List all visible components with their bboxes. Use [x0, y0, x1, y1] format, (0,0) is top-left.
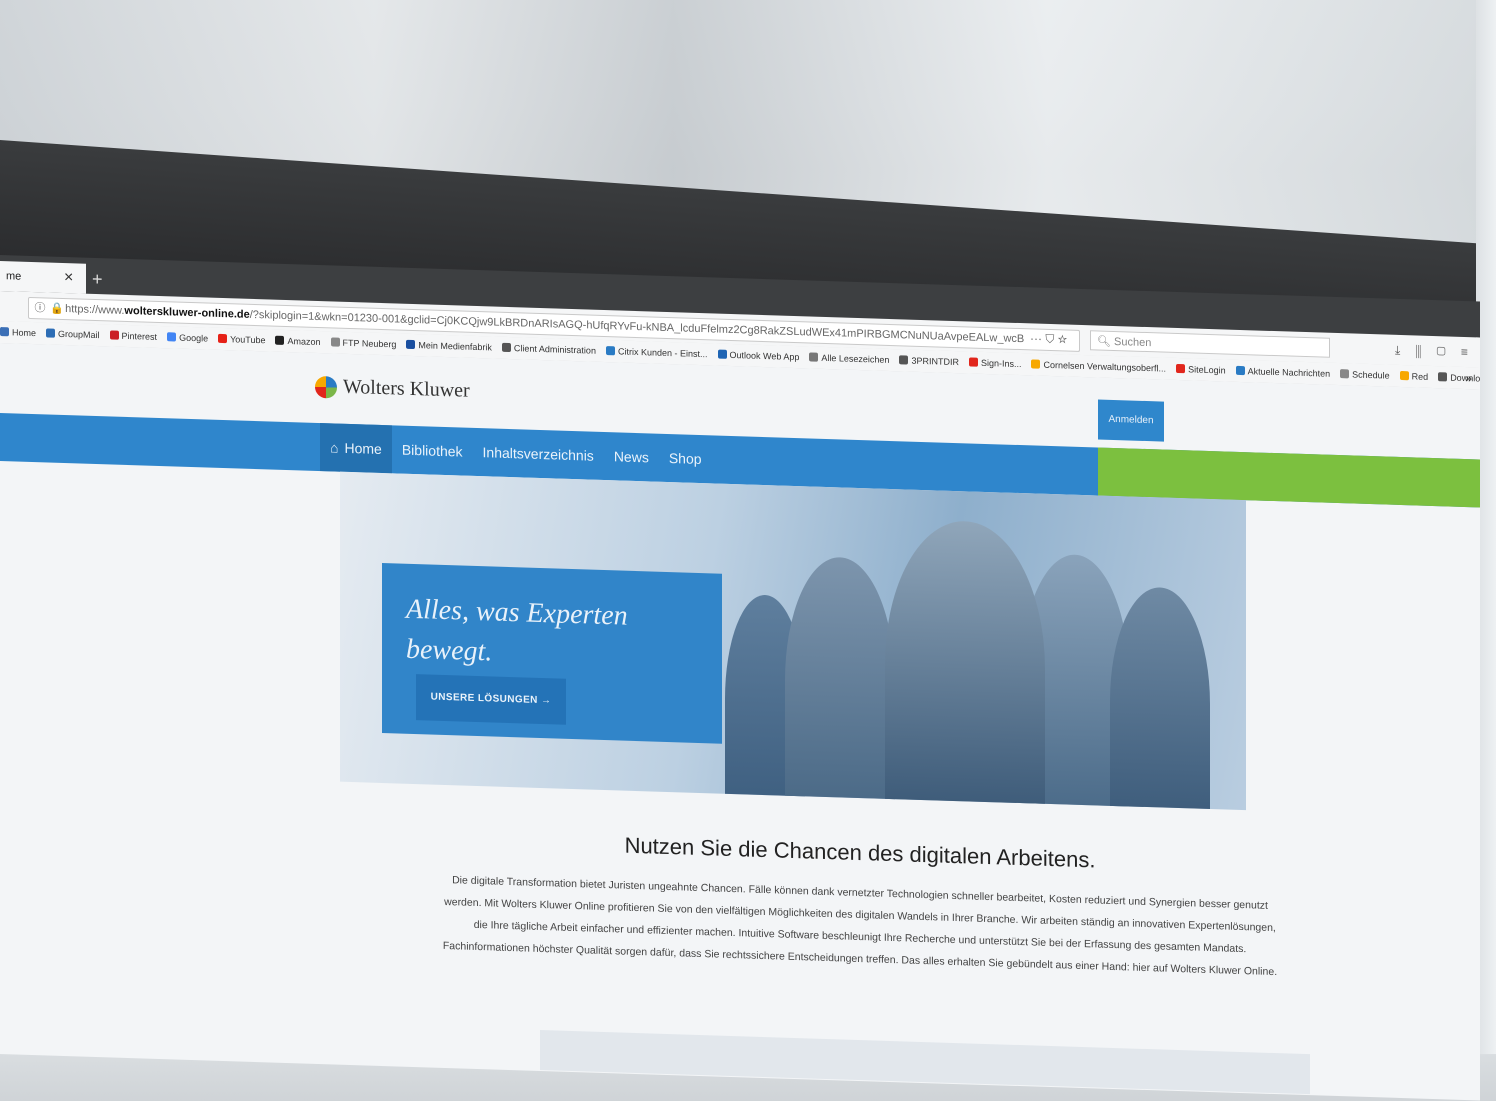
bookmark-label: Pinterest [121, 330, 158, 342]
bookmark-item[interactable]: Red [1399, 365, 1429, 388]
bookmark-favicon-icon [1031, 359, 1041, 369]
hero-person-image [785, 555, 895, 810]
bookmark-item[interactable]: Home [0, 321, 36, 344]
section-headline: Nutzen Sie die Chancen des digitalen Arb… [624, 832, 1096, 873]
bookmark-label: Amazon [287, 336, 321, 348]
bookmark-item[interactable]: YouTube [218, 328, 265, 351]
bookmarks-overflow-icon[interactable]: » [1465, 367, 1472, 389]
nav-item-news[interactable]: News [604, 432, 659, 482]
hero-banner: Alles, was Experten bewegt. UNSERE LÖSUN… [340, 471, 1246, 811]
bookmark-favicon-icon [1438, 372, 1448, 382]
wolters-kluwer-logo[interactable]: Wolters Kluwer [315, 375, 470, 403]
bookmark-favicon-icon [330, 337, 340, 347]
bookmark-label: Citrix Kunden - Einst... [617, 346, 708, 360]
content-strip [540, 1029, 1310, 1095]
bookmark-favicon-icon [1399, 370, 1409, 381]
bookmark-label: Outlook Web App [729, 349, 800, 363]
bookmark-favicon-icon [501, 342, 511, 353]
bookmark-item[interactable]: SiteLogin [1176, 358, 1226, 382]
toolbar-icons[interactable]: ⤓ ⫼ ▢ ≡ [1395, 340, 1474, 362]
bookmark-label: Red [1411, 371, 1429, 382]
bookmark-favicon-icon [1176, 363, 1186, 374]
web-page: Wolters Kluwer Anmelden ⌂ Home Bibliothek… [0, 343, 1480, 1101]
hero-title: Alles, was Experten bewegt. [406, 593, 628, 668]
browser-window: me × + ⓘ 🔒 https://www.wolterskluwer-onl… [0, 255, 1480, 1101]
lock-icon: 🔒 [50, 302, 64, 316]
bookmark-label: 3PRINTDIR [911, 355, 959, 368]
nav-item-bibliothek[interactable]: Bibliothek [392, 425, 473, 476]
tab-label: me [6, 270, 22, 283]
solutions-button[interactable]: UNSERE LÖSUNGEN → [416, 674, 566, 725]
bookmark-label: Sign-Ins... [980, 357, 1022, 370]
bookmark-favicon-icon [1340, 369, 1350, 379]
bookmark-item[interactable]: Citrix Kunden - Einst... [605, 340, 708, 365]
home-icon: ⌂ [330, 439, 339, 456]
logo-icon [315, 375, 337, 399]
bookmark-item[interactable]: DownloadX [1438, 366, 1480, 390]
bookmark-label: FTP Neuberg [342, 337, 397, 350]
bookmark-label: SiteLogin [1188, 364, 1226, 376]
bookmark-item[interactable]: GroupMail [46, 322, 100, 346]
search-icon: 🔍︎ [1097, 335, 1115, 349]
bookmark-label: Alle Lesezeichen [821, 352, 890, 365]
bookmark-item[interactable]: Amazon [275, 330, 321, 353]
bookmark-favicon-icon [218, 333, 228, 344]
bookmark-favicon-icon [109, 330, 119, 340]
bookmark-favicon-icon [46, 328, 56, 338]
nav-item-home[interactable]: ⌂ Home [320, 423, 392, 474]
bookmark-item[interactable]: FTP Neuberg [330, 331, 397, 355]
nav-item-inhaltsverzeichnis[interactable]: Inhaltsverzeichnis [473, 428, 604, 480]
bookmark-favicon-icon [167, 332, 177, 342]
page-actions-icons[interactable]: ··· ⛉ ☆ [1030, 328, 1067, 349]
bookmark-favicon-icon [1235, 365, 1245, 376]
info-icon[interactable]: ⓘ [33, 298, 47, 318]
bookmark-favicon-icon [0, 327, 9, 337]
search-input[interactable]: 🔍︎ Suchen [1090, 330, 1330, 358]
nav-label-home: Home [344, 439, 382, 457]
logo-text: Wolters Kluwer [343, 375, 470, 402]
bookmark-label: Aktuelle Nachrichten [1247, 366, 1331, 379]
hero-text-box: Alles, was Experten bewegt. UNSERE LÖSUN… [382, 563, 722, 744]
bookmark-item[interactable]: Pinterest [109, 324, 158, 347]
hero-person-image [1110, 585, 1210, 811]
bookmark-item[interactable]: Sign-Ins... [968, 351, 1022, 375]
bookmark-label: YouTube [230, 334, 266, 346]
intro-paragraph: Die digitale Transformation bietet Juris… [442, 874, 1278, 979]
bookmark-label: Mein Medienfabrik [418, 340, 492, 353]
bookmark-item[interactable]: Google [167, 326, 208, 349]
bookmark-label: Google [179, 332, 209, 344]
bookmark-favicon-icon [809, 352, 819, 362]
bookmark-favicon-icon [275, 335, 285, 345]
new-tab-icon[interactable]: + [92, 264, 103, 294]
bookmark-item[interactable]: Client Administration [501, 337, 596, 362]
bookmark-favicon-icon [605, 346, 615, 356]
bookmark-label: GroupMail [58, 328, 100, 341]
search-placeholder: Suchen [1114, 336, 1152, 350]
bookmark-item[interactable]: 3PRINTDIR [899, 349, 959, 373]
bookmark-label: Client Administration [513, 343, 596, 356]
bookmark-item[interactable]: Mein Medienfabrik [406, 334, 492, 359]
bookmark-item[interactable]: Schedule [1340, 363, 1390, 387]
bookmark-favicon-icon [717, 349, 727, 359]
bookmark-item[interactable]: Aktuelle Nachrichten [1235, 360, 1331, 385]
url-domain: wolterskluwer-online.de [124, 304, 250, 321]
bookmark-item[interactable]: Outlook Web App [717, 344, 800, 369]
bookmark-favicon-icon [406, 339, 416, 350]
url-prefix: https://www. [65, 303, 125, 317]
bookmark-label: Cornelsen Verwaltungsoberfl... [1043, 359, 1167, 374]
bookmark-favicon-icon [968, 357, 978, 367]
bookmark-label: Schedule [1352, 369, 1390, 381]
close-tab-icon[interactable]: × [64, 263, 73, 293]
bookmark-label: Home [12, 327, 37, 339]
bookmark-favicon-icon [899, 355, 909, 365]
login-button[interactable]: Anmelden [1098, 399, 1164, 442]
bookmark-item[interactable]: Alle Lesezeichen [809, 346, 889, 371]
hero-person-image [885, 518, 1045, 811]
nav-item-shop[interactable]: Shop [659, 434, 712, 484]
